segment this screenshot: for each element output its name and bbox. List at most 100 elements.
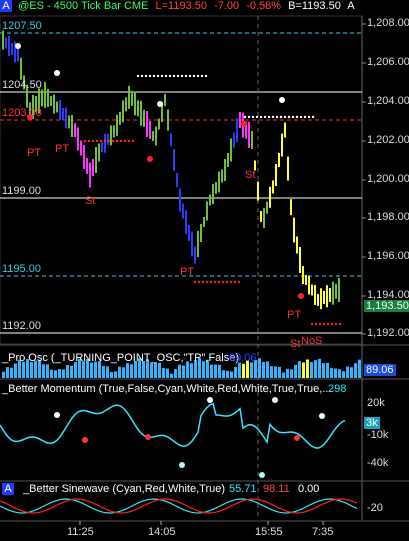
momentum-label[interactable]: _Better Momentum (True,False,Cyan,White,… [2,383,332,395]
osc-bar [258,358,261,378]
osc-bar [74,362,77,378]
osc-bar [270,366,273,378]
price-axis-label: 1,206.00 [367,56,409,68]
sinewave-analysis-button[interactable]: A [2,483,14,495]
time-axis-label: 14:05 [148,526,176,538]
osc-bar [6,367,9,378]
sinewave-label[interactable]: _Better Sinewave (Cyan,Red,White,True) [23,483,225,495]
osc-bar [114,371,117,378]
osc-bar [102,366,105,378]
osc-bar [338,369,341,378]
osc-bar [346,366,349,378]
red-swing-dot [241,121,247,127]
osc-bar [358,359,361,378]
osc-bar [310,362,313,378]
price-axis-label: 1,208.00 [367,17,409,29]
osc-bar [286,368,289,378]
osc-bar [266,361,269,378]
osc-bar [162,368,165,378]
osc-bar [342,371,345,378]
white-swing-dot [54,70,60,76]
osc-bar [154,362,157,378]
osc-bar [326,362,329,378]
white-dot-row [243,115,315,119]
momentum-pivot-dot [259,472,265,478]
momentum-plot [0,397,346,478]
osc-bar [170,373,173,378]
marker-pt: PT [27,147,42,159]
level-label-1199: 1199.00 [2,185,41,197]
osc-bar [330,368,333,378]
price-axis-label: 1,204.00 [367,95,409,107]
osc-bar [42,364,45,378]
momentum-pivot-dot [145,434,151,440]
last-price: L=1193.50 [155,0,208,12]
price-axis-label: 1,200.00 [367,173,409,185]
osc-bar [50,369,53,378]
marker-st: St [245,169,256,181]
osc-bar [294,364,297,378]
net-change-pct: -0.58% [246,0,282,12]
osc-bar [178,364,181,378]
osc-bar [210,364,213,378]
symbol-title[interactable]: @ES - 4500 Tick Bar CME [18,0,148,12]
pro-osc-label[interactable]: _Pro Osc (_TURNING_POINT_OSC,"TP",False) [2,352,239,364]
price-bars [2,30,340,310]
momentum-axis-tag: 3k [364,417,380,429]
white-swing-dot [279,97,285,103]
osc-bar [158,362,161,378]
time-axis-label: 15:55 [255,526,283,538]
osc-bar [314,360,317,378]
sinewave-axis-label: -20 [367,502,383,514]
red-dot-row [310,322,342,326]
osc-bar [122,367,125,378]
price-axis-label: 1,202.00 [367,134,409,146]
osc-bar [10,367,13,378]
chart-canvas[interactable] [0,0,409,541]
osc-bar [62,369,65,378]
header-overflow: A [347,0,355,12]
time-axis-label: 7:35 [312,526,334,538]
osc-bar [166,368,169,378]
osc-bar [298,361,301,378]
osc-bar [278,366,281,378]
red-swing-dot [147,156,153,162]
osc-bar [182,365,185,378]
main-pane-frame [0,15,363,345]
momentum-pivot-dot [272,397,278,403]
sinewave-value-1: 55.71 [229,483,257,495]
analysis-button[interactable]: A [0,0,12,12]
osc-bar [322,363,325,378]
osc-bar [302,362,305,378]
osc-bar [214,364,217,378]
momentum-pivot-dot [179,462,185,468]
sinewave-plot [0,498,358,514]
osc-bar [66,364,69,378]
time-axis-label: 11:25 [67,526,94,538]
osc-bar [238,362,241,378]
osc-bar [130,364,133,378]
red-dot-row [193,280,241,284]
osc-bar [234,366,237,378]
red-swing-dot [298,293,304,299]
marker-st: St [290,338,301,350]
osc-bar [226,370,229,378]
momentum-value: 298 [328,383,347,395]
osc-bar [106,366,109,378]
osc-bar [290,369,293,378]
osc-bar [30,362,33,378]
price-axis-label: 1,192.00 [367,327,409,339]
sinewave-header: A _Better Sinewave (Cyan,Red,White,True) [2,483,225,495]
osc-bar [190,363,193,378]
momentum-axis-label: -10k [367,429,389,441]
level-label-1204: 1204.50 [2,79,42,91]
time-axis-ticks [79,521,324,525]
osc-bar [306,359,309,378]
osc-bar [274,366,277,378]
marker-pt: PT [287,309,302,321]
osc-bar [222,370,225,378]
bid-price: B=1193.50 [288,0,341,12]
osc-bar [350,367,353,378]
osc-bar [22,361,25,378]
price-axis-label: 1,196.00 [367,250,409,262]
